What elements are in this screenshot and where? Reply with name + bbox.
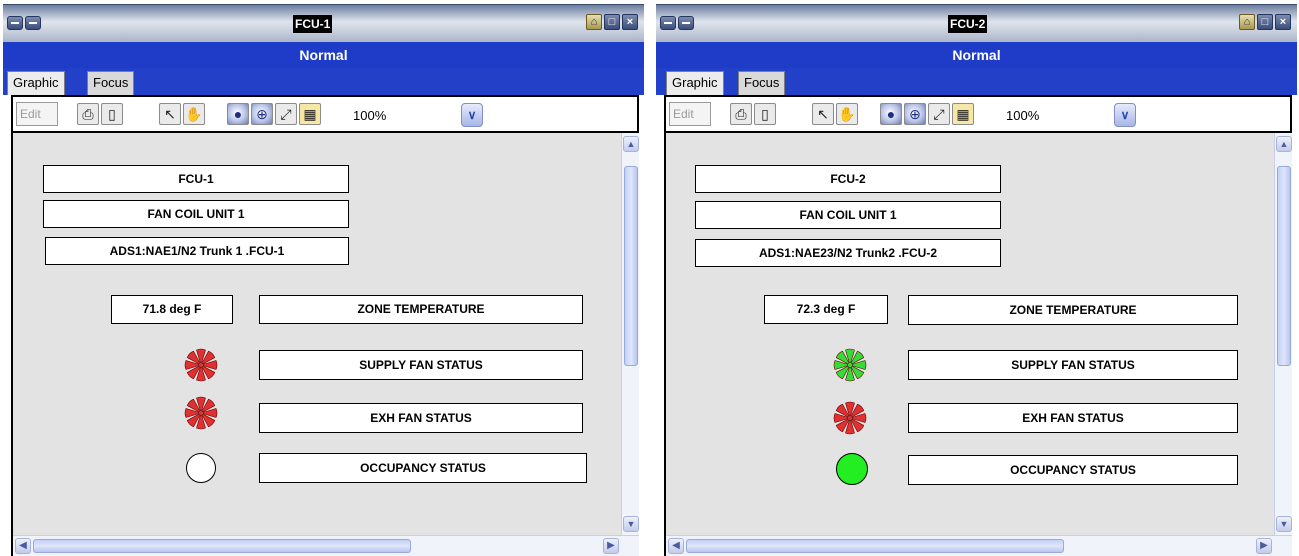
tab-focus[interactable]: Focus [738,71,786,95]
tab-graphic[interactable]: Graphic [666,71,724,95]
forward-icon[interactable] [25,16,41,30]
horizontal-scrollbar[interactable]: ◀ ▶ [666,535,1292,556]
mode-label: Normal [3,42,644,68]
exh-fan-icon[interactable] [184,396,218,430]
vertical-scrollbar[interactable]: ▲ ▼ [1274,133,1292,535]
tab-strip: Graphic Focus [656,68,1297,95]
hand-icon[interactable]: ✋ [183,103,205,125]
vertical-scroll-thumb[interactable] [624,166,638,366]
vertical-scrollbar[interactable]: ▲ ▼ [621,133,639,535]
print-preview-icon[interactable]: ▯ [754,103,776,125]
tab-strip: Graphic Focus [3,68,644,95]
printer-icon[interactable]: ⎙ [730,103,752,125]
zoom-out-icon[interactable]: ● [880,103,902,125]
forward-icon[interactable] [678,16,694,30]
close-icon[interactable]: × [1275,14,1291,30]
zoom-value[interactable]: 100% [353,108,386,123]
back-icon[interactable] [660,16,676,30]
arrow-pointer-icon[interactable]: ↖ [159,103,181,125]
occupancy-indicator[interactable] [836,453,868,485]
horizontal-scroll-thumb[interactable] [33,539,411,553]
zoom-in-icon[interactable]: ⊕ [251,103,273,125]
edit-button[interactable]: Edit [16,102,58,126]
zoom-in-icon[interactable]: ⊕ [904,103,926,125]
supply-fan-status-label: SUPPLY FAN STATUS [908,350,1238,380]
supply-fan-icon[interactable] [184,348,218,382]
fcu-1-window: FCU-1 ⌂ □ × Normal Graphic Focus Edit ⎙ … [3,0,644,556]
scroll-down-icon[interactable]: ▼ [623,516,639,532]
hand-icon[interactable]: ✋ [836,103,858,125]
supply-fan-icon[interactable] [833,348,867,382]
zone-temperature-label: ZONE TEMPERATURE [908,295,1238,325]
window-title: FCU-1 [293,15,333,33]
zoom-fit-icon[interactable]: ⤢ [275,103,297,125]
object-path-label: ADS1:NAE23/N2 Trunk2 .FCU-2 [695,239,1001,267]
scroll-right-icon[interactable]: ▶ [1256,538,1272,554]
arrow-pointer-icon[interactable]: ↖ [812,103,834,125]
graphic-canvas: FCU-2 FAN COIL UNIT 1 ADS1:NAE23/N2 Trun… [664,133,1292,556]
tab-graphic[interactable]: Graphic [7,71,65,95]
zoom-fit-icon[interactable]: ⤢ [928,103,950,125]
scroll-down-icon[interactable]: ▼ [1276,516,1292,532]
zoom-select-icon[interactable]: ▦ [299,103,321,125]
exh-fan-status-label: EXH FAN STATUS [908,403,1238,433]
occupancy-status-label: OCCUPANCY STATUS [259,453,587,483]
mode-label: Normal [656,42,1297,68]
zoom-select-icon[interactable]: ▦ [952,103,974,125]
title-bar[interactable]: FCU-2 ⌂ □ × [656,4,1297,42]
horizontal-scroll-thumb[interactable] [686,539,1064,553]
object-path-label: ADS1:NAE1/N2 Trunk 1 .FCU-1 [45,237,349,265]
exh-fan-icon[interactable] [833,401,867,435]
occupancy-status-label: OCCUPANCY STATUS [908,455,1238,485]
toolbar: Edit ⎙ ▯ ↖ ✋ ● ⊕ ⤢ ▦ 100% ∨ [664,95,1292,133]
maximize-icon[interactable]: □ [1257,14,1273,30]
printer-icon[interactable]: ⎙ [77,103,99,125]
scroll-up-icon[interactable]: ▲ [1276,136,1292,152]
fcu-2-window: FCU-2 ⌂ □ × Normal Graphic Focus Edit ⎙ … [656,0,1297,556]
chevron-down-icon[interactable]: ∨ [1114,103,1136,127]
supply-fan-status-label: SUPPLY FAN STATUS [259,350,583,380]
zone-temperature-label: ZONE TEMPERATURE [259,295,583,324]
scroll-right-icon[interactable]: ▶ [603,538,619,554]
window-title: FCU-2 [948,15,988,33]
occupancy-indicator[interactable] [186,453,216,483]
tab-focus[interactable]: Focus [87,71,135,95]
zoom-value[interactable]: 100% [1006,108,1039,123]
scroll-left-icon[interactable]: ◀ [668,538,684,554]
unit-name-label: FCU-2 [695,165,1001,193]
unit-description-label: FAN COIL UNIT 1 [695,201,1001,229]
scroll-left-icon[interactable]: ◀ [15,538,31,554]
back-icon[interactable] [7,16,23,30]
edit-button[interactable]: Edit [669,102,711,126]
print-preview-icon[interactable]: ▯ [101,103,123,125]
unit-name-label: FCU-1 [43,165,349,193]
title-bar[interactable]: FCU-1 ⌂ □ × [3,4,644,42]
zoom-out-icon[interactable]: ● [227,103,249,125]
horizontal-scrollbar[interactable]: ◀ ▶ [13,535,639,556]
toolbar: Edit ⎙ ▯ ↖ ✋ ● ⊕ ⤢ ▦ 100% ∨ [11,95,639,133]
zone-temperature-value[interactable]: 72.3 deg F [764,295,888,324]
graphic-canvas: FCU-1 FAN COIL UNIT 1 ADS1:NAE1/N2 Trunk… [11,133,639,556]
scroll-up-icon[interactable]: ▲ [623,136,639,152]
chevron-down-icon[interactable]: ∨ [461,103,483,127]
close-icon[interactable]: × [622,14,638,30]
zone-temperature-value[interactable]: 71.8 deg F [111,295,233,324]
vertical-scroll-thumb[interactable] [1277,166,1291,366]
pin-icon[interactable]: ⌂ [1239,14,1255,30]
maximize-icon[interactable]: □ [604,14,620,30]
pin-icon[interactable]: ⌂ [586,14,602,30]
exh-fan-status-label: EXH FAN STATUS [259,403,583,433]
unit-description-label: FAN COIL UNIT 1 [43,200,349,228]
